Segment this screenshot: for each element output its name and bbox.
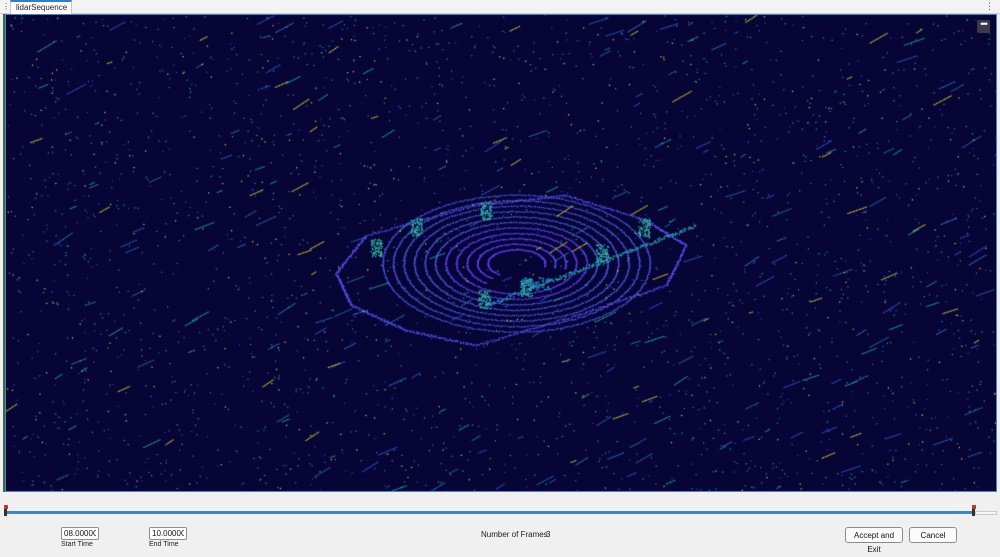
timeline-tail[interactable]: [975, 511, 997, 515]
cancel-button[interactable]: Cancel: [909, 527, 957, 543]
vertical-ellipsis-icon[interactable]: ⋮: [985, 0, 994, 13]
start-time-label: Start Time: [61, 541, 93, 548]
start-flag-icon: [4, 505, 8, 509]
end-flag-icon: [972, 505, 976, 509]
start-time-handle[interactable]: [4, 505, 8, 516]
number-of-frames-label: Number of Frames: [481, 530, 548, 539]
tab-bar: ⋮ lidarSequence ⋮: [0, 0, 1000, 14]
timeline-track[interactable]: [5, 511, 975, 514]
start-time-input[interactable]: [61, 527, 99, 540]
end-time-handle[interactable]: [972, 505, 976, 516]
more-options-icon[interactable]: •••: [977, 20, 990, 33]
end-time-label: End Time: [149, 541, 179, 548]
tab-label: lidarSequence: [16, 3, 68, 12]
more-options-glyph: •••: [980, 19, 988, 29]
end-time-input[interactable]: [149, 527, 187, 540]
number-of-frames-value: 3: [546, 530, 551, 539]
drag-grip-icon[interactable]: ⋮: [2, 2, 10, 11]
accept-and-exit-button[interactable]: Accept and Exit: [845, 527, 903, 554]
tab-lidar-sequence[interactable]: lidarSequence: [10, 0, 72, 14]
point-cloud-viewer[interactable]: •••: [5, 14, 997, 492]
point-cloud-canvas[interactable]: [6, 15, 996, 491]
